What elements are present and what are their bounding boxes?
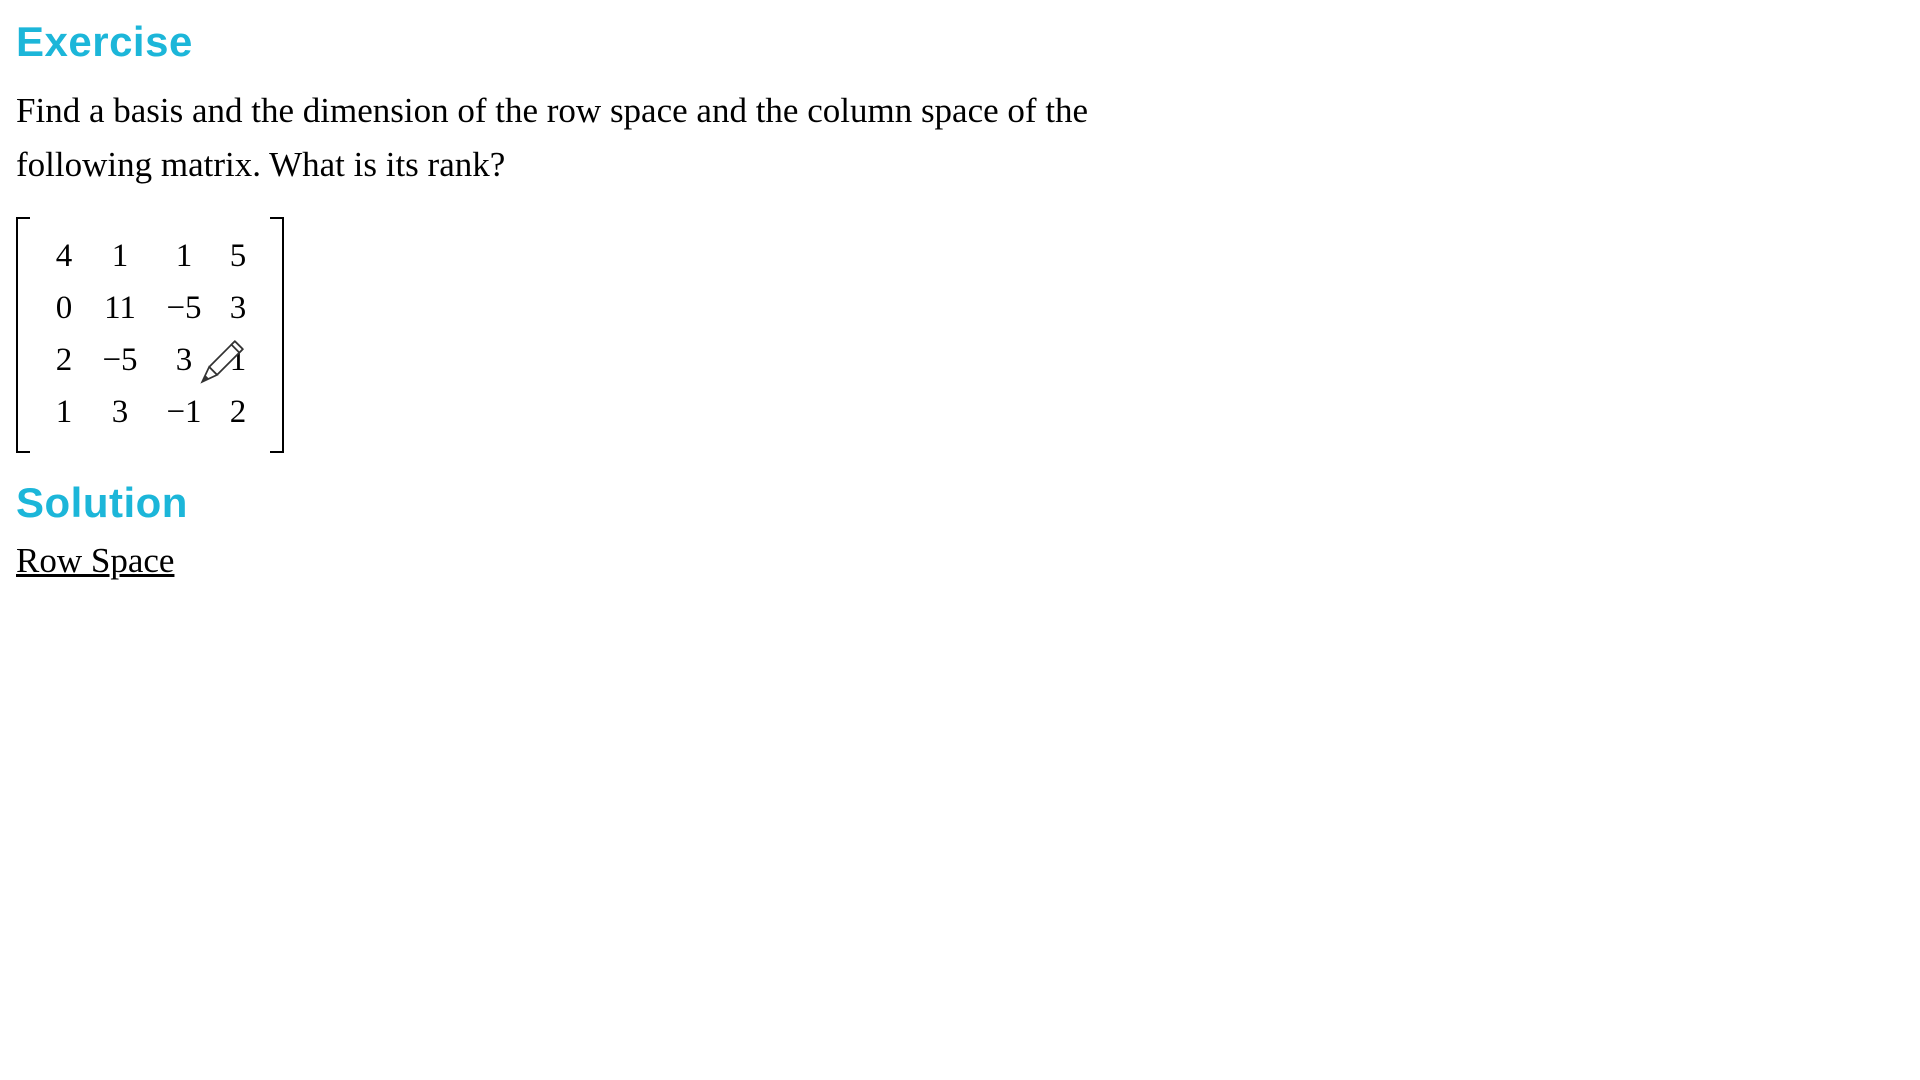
matrix-cell: 2 — [40, 335, 88, 387]
matrix-grid: 4 1 1 5 0 11 −5 3 2 −5 3 1 1 3 −1 2 — [30, 225, 270, 445]
matrix-cell: −5 — [88, 335, 152, 387]
matrix-cell: 3 — [88, 387, 152, 439]
matrix-cell: 11 — [88, 283, 152, 335]
matrix-cell: 5 — [216, 231, 260, 283]
matrix-cell: 1 — [152, 231, 216, 283]
solution-subsection: Row Space — [16, 541, 1904, 581]
solution-heading: Solution — [16, 479, 1904, 527]
matrix-cell: 1 — [88, 231, 152, 283]
matrix-cell: 0 — [40, 283, 88, 335]
matrix-cell: −5 — [152, 283, 216, 335]
matrix-cell: 4 — [40, 231, 88, 283]
matrix-cell: 1 — [40, 387, 88, 439]
matrix-cell: 1 — [216, 335, 260, 387]
matrix-display: 4 1 1 5 0 11 −5 3 2 −5 3 1 1 3 −1 2 — [16, 217, 284, 453]
exercise-heading: Exercise — [16, 18, 1904, 66]
problem-statement: Find a basis and the dimension of the ro… — [16, 84, 1216, 193]
matrix-cell: 2 — [216, 387, 260, 439]
matrix-cell: −1 — [152, 387, 216, 439]
matrix-cell: 3 — [152, 335, 216, 387]
matrix-cell: 3 — [216, 283, 260, 335]
matrix-bracket-right — [270, 217, 284, 453]
matrix-bracket-left — [16, 217, 30, 453]
